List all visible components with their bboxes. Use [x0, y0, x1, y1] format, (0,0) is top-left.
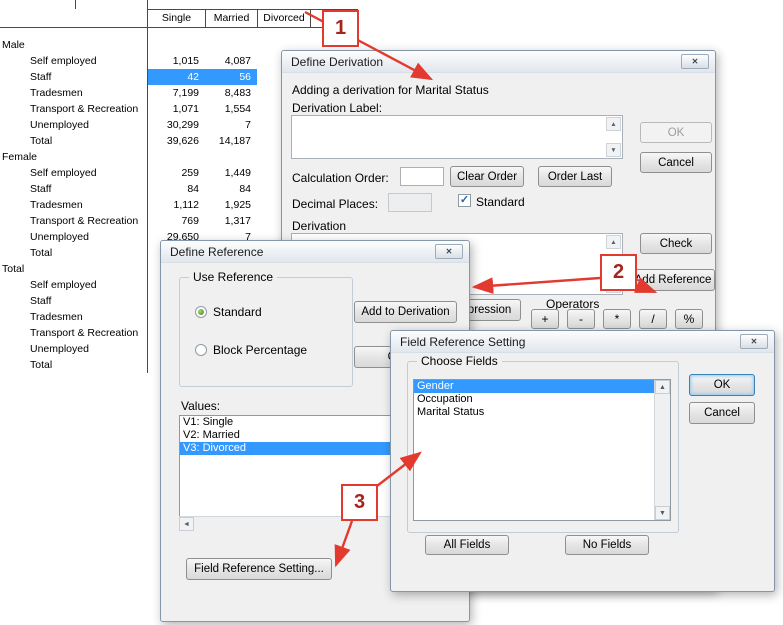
table-gridline: [0, 27, 357, 28]
block-percentage-radio[interactable]: [195, 344, 207, 356]
derivation-label-input[interactable]: ▲ ▼: [291, 115, 623, 159]
column-header[interactable]: Divorced: [258, 10, 311, 28]
annotation-step-2: 2: [600, 254, 637, 291]
standard-radio-label: Standard: [213, 305, 262, 319]
clear-order-button[interactable]: Clear Order: [450, 166, 524, 187]
close-icon[interactable]: ✕: [740, 334, 768, 349]
no-fields-button[interactable]: No Fields: [565, 535, 649, 555]
field-reference-setting-dialog: Field Reference Setting ✕ Choose Fields …: [390, 330, 775, 592]
standard-radio[interactable]: [195, 306, 207, 318]
scroll-down-icon[interactable]: ▼: [606, 143, 621, 157]
decimal-places-caption: Decimal Places:: [292, 197, 378, 211]
table-row[interactable]: Tradesmen1,1121,925: [0, 197, 257, 213]
operator-button[interactable]: %: [675, 309, 703, 329]
table-row[interactable]: Staff8484: [0, 181, 257, 197]
derivation-caption: Derivation: [292, 219, 346, 233]
dialog-title: Define Derivation: [291, 55, 383, 69]
field-reference-setting-titlebar[interactable]: Field Reference Setting ✕: [391, 331, 774, 353]
dialog-title: Define Reference: [170, 245, 263, 259]
derivation-intro-text: Adding a derivation for Marital Status: [292, 83, 489, 97]
order-last-button[interactable]: Order Last: [538, 166, 612, 187]
scroll-left-icon[interactable]: ◄: [179, 517, 194, 531]
define-reference-titlebar[interactable]: Define Reference ✕: [161, 241, 469, 263]
field-list-item[interactable]: Marital Status: [414, 406, 654, 419]
cancel-button[interactable]: Cancel: [640, 152, 712, 173]
scroll-down-icon[interactable]: ▼: [655, 506, 670, 520]
table-row[interactable]: Transport & Recreation1,0711,554: [0, 101, 257, 117]
application-window: SingleMarriedDivorcedTotal MaleSelf empl…: [0, 0, 783, 625]
use-reference-group: Use Reference: [179, 277, 353, 387]
decimal-places-input[interactable]: [388, 193, 432, 212]
table-row[interactable]: Staff4256: [0, 69, 257, 85]
choose-fields-caption: Choose Fields: [417, 354, 502, 368]
table-row[interactable]: Total39,62614,187: [0, 133, 257, 149]
close-icon[interactable]: ✕: [681, 54, 709, 69]
scroll-up-icon[interactable]: ▲: [606, 117, 621, 131]
field-list-item[interactable]: Gender: [414, 380, 654, 393]
column-header[interactable]: Married: [206, 10, 258, 28]
table-row[interactable]: Self employed2591,449: [0, 165, 257, 181]
table-group-row[interactable]: Female: [0, 149, 257, 165]
use-reference-caption: Use Reference: [189, 270, 277, 284]
annotation-step-3: 3: [341, 484, 378, 521]
table-gridline: [75, 0, 76, 9]
annotation-step-1: 1: [322, 10, 359, 47]
close-icon[interactable]: ✕: [435, 244, 463, 259]
table-gridline: [147, 0, 148, 373]
table-row[interactable]: Transport & Recreation7691,317: [0, 213, 257, 229]
scroll-up-icon[interactable]: ▲: [655, 380, 670, 394]
operator-button[interactable]: /: [639, 309, 667, 329]
fields-list[interactable]: ▲ ▼ GenderOccupationMarital Status: [413, 379, 671, 521]
calculation-order-caption: Calculation Order:: [292, 171, 389, 185]
column-header[interactable]: Single: [148, 10, 206, 28]
calculation-order-input[interactable]: [400, 167, 444, 186]
operator-buttons: +-* /%: [531, 309, 703, 329]
standard-checkbox-label: Standard: [476, 195, 525, 209]
all-fields-button[interactable]: All Fields: [425, 535, 509, 555]
derivation-label-caption: Derivation Label:: [292, 101, 382, 115]
table-group-row[interactable]: Male: [0, 37, 257, 53]
operator-button[interactable]: +: [531, 309, 559, 329]
dialog-title: Field Reference Setting: [400, 335, 525, 349]
block-percentage-radio-label: Block Percentage: [213, 343, 307, 357]
cancel-button[interactable]: Cancel: [689, 402, 755, 424]
ok-button[interactable]: OK: [689, 374, 755, 396]
add-reference-button[interactable]: Add Reference: [631, 269, 715, 291]
field-reference-setting-button[interactable]: Field Reference Setting...: [186, 558, 332, 580]
define-derivation-titlebar[interactable]: Define Derivation ✕: [282, 51, 715, 73]
field-list-item[interactable]: Occupation: [414, 393, 654, 406]
values-caption: Values:: [181, 399, 220, 413]
fields-list-vscrollbar[interactable]: ▲ ▼: [654, 380, 670, 520]
table-row[interactable]: Tradesmen7,1998,483: [0, 85, 257, 101]
ok-button[interactable]: OK: [640, 122, 712, 143]
operator-button[interactable]: -: [567, 309, 595, 329]
table-row[interactable]: Unemployed30,2997: [0, 117, 257, 133]
operator-button[interactable]: *: [603, 309, 631, 329]
add-to-derivation-button[interactable]: Add to Derivation: [354, 301, 457, 323]
scroll-up-icon[interactable]: ▲: [606, 235, 621, 249]
standard-checkbox[interactable]: ✓: [458, 194, 471, 207]
check-button[interactable]: Check: [640, 233, 712, 254]
table-row[interactable]: Self employed1,0154,087: [0, 53, 257, 69]
